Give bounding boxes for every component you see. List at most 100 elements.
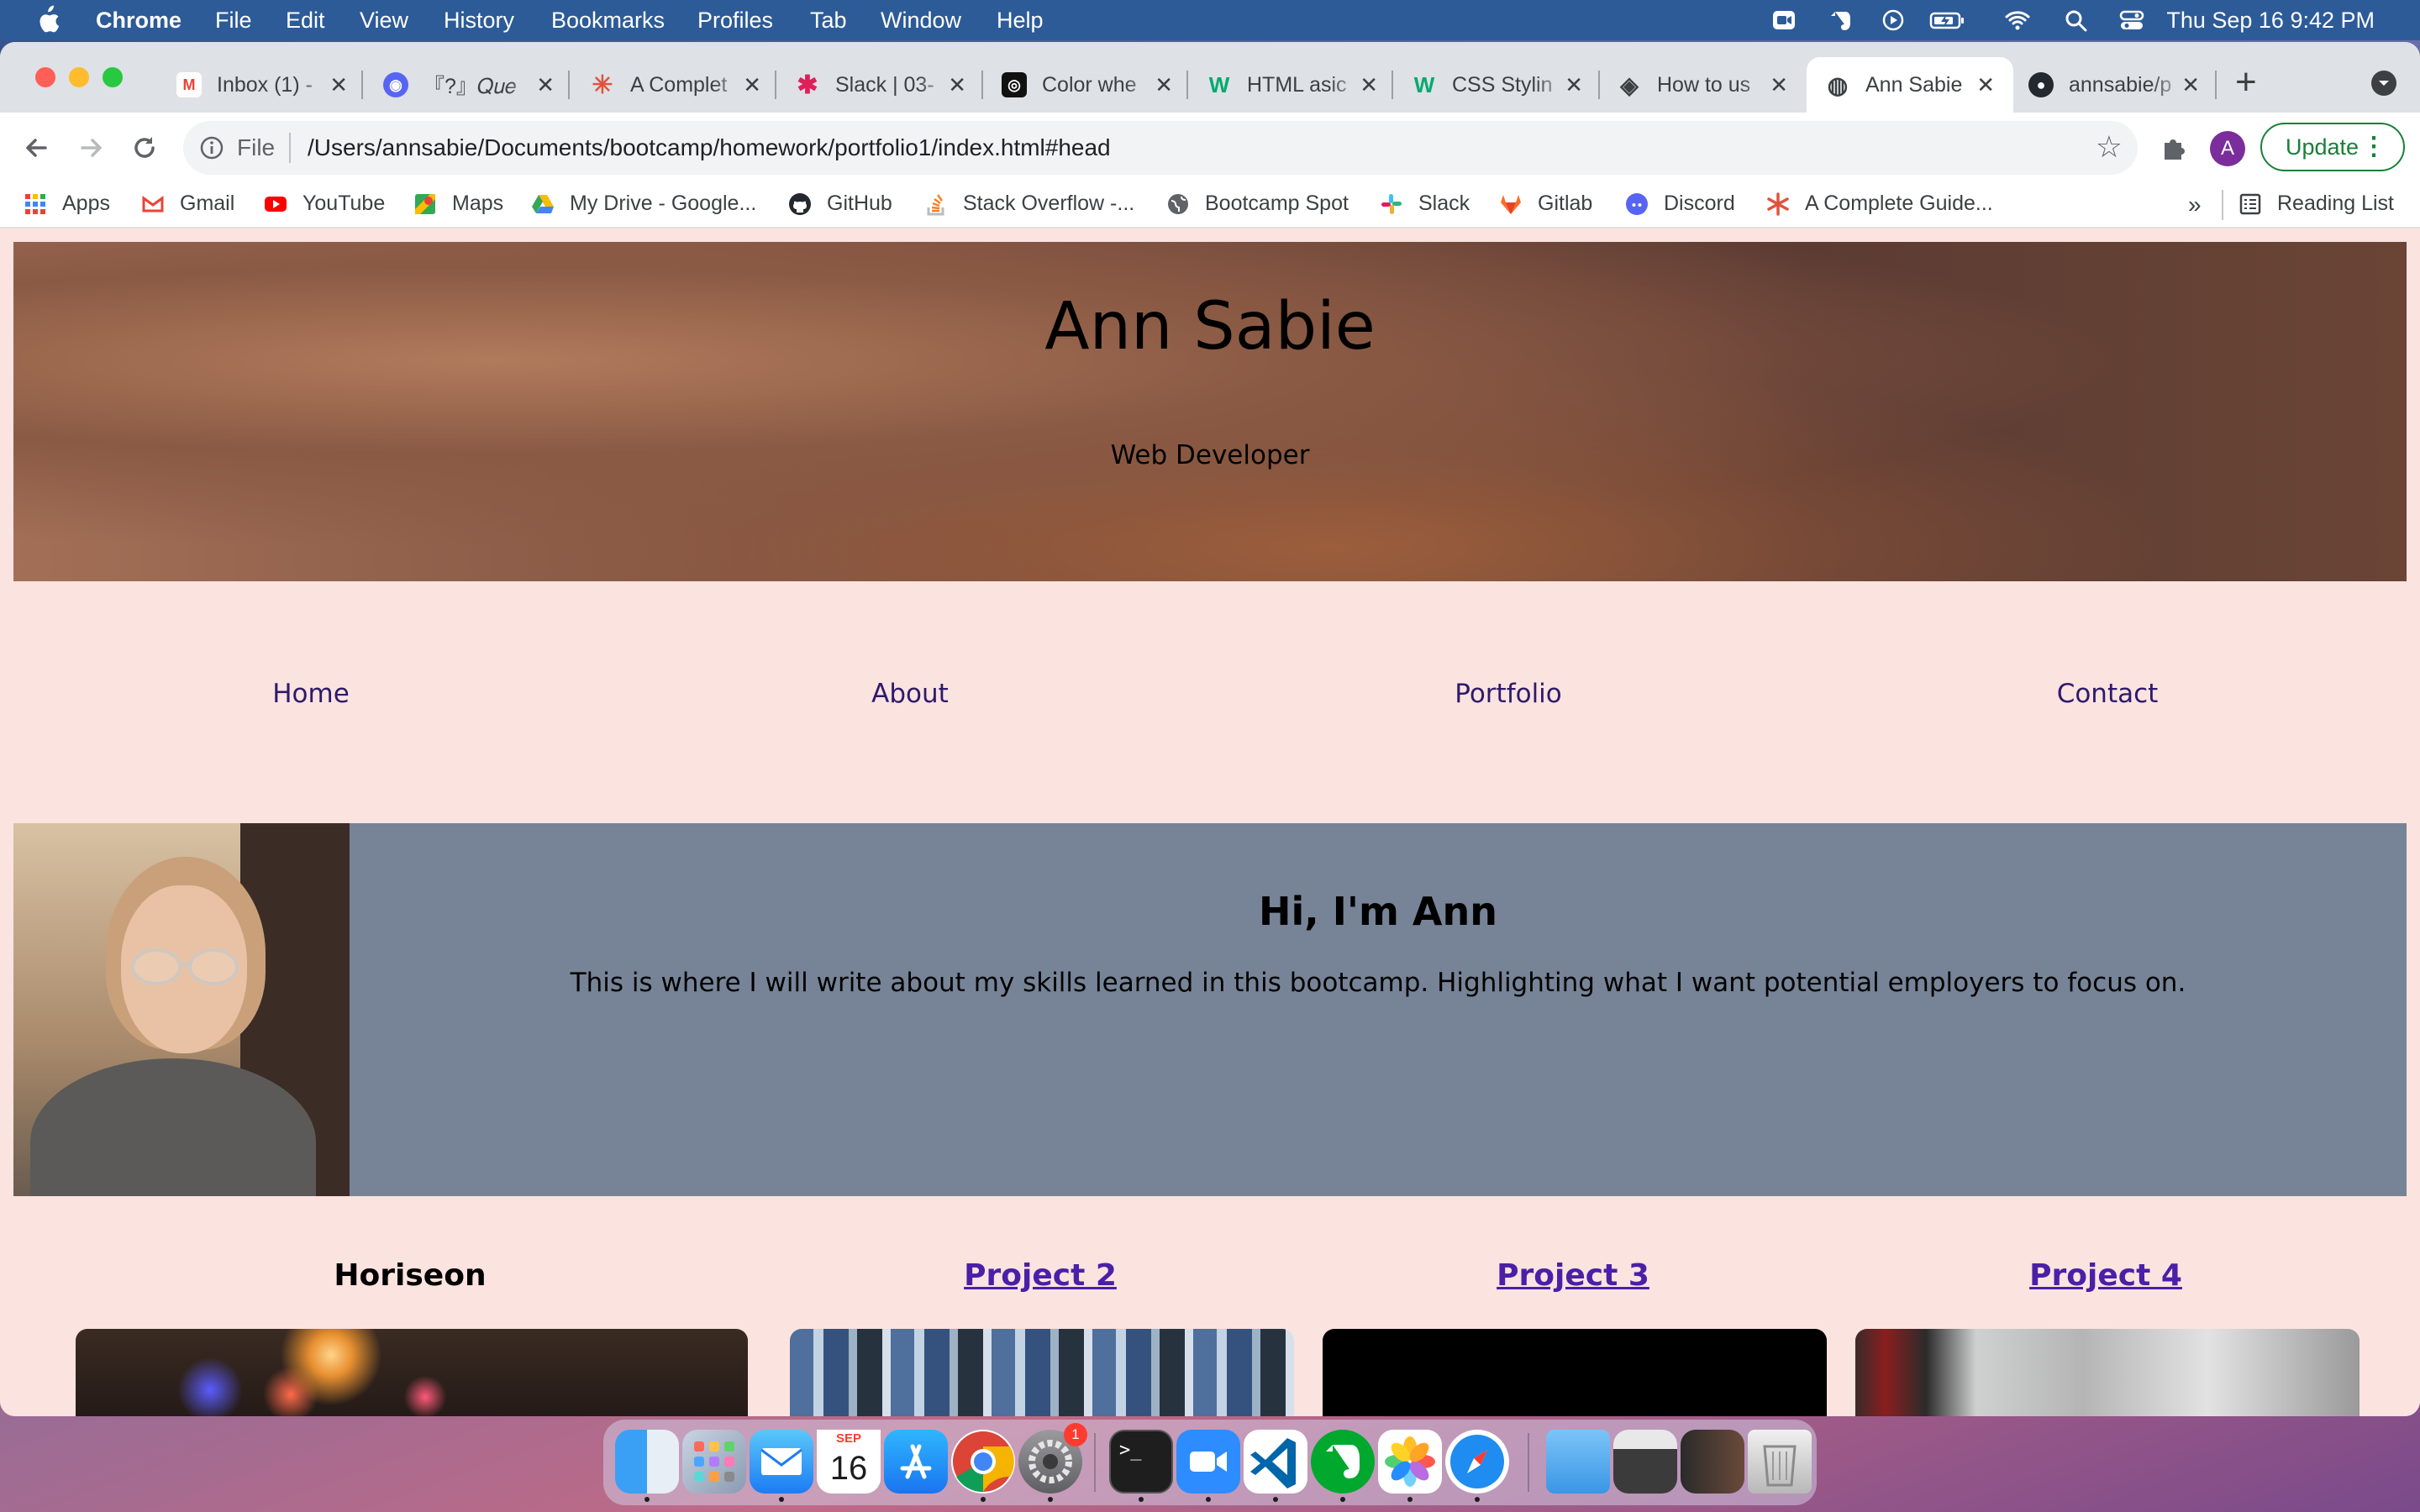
- nav-about-link[interactable]: About: [784, 679, 1036, 709]
- new-tab-button[interactable]: +: [2235, 64, 2257, 101]
- tab-css-styling[interactable]: W CSS Stylin ✕: [1412, 57, 1583, 113]
- bookmark-youtube[interactable]: YouTube: [264, 192, 385, 216]
- profile-avatar[interactable]: A: [2210, 131, 2245, 166]
- menu-view[interactable]: View: [360, 8, 408, 34]
- address-bar[interactable]: File /Users/annsabie/Documents/bootcamp/…: [183, 121, 2138, 175]
- menu-tab[interactable]: Tab: [810, 8, 847, 34]
- extensions-puzzle-icon[interactable]: [2158, 131, 2191, 165]
- trash-icon[interactable]: [1748, 1430, 1812, 1494]
- folder-icon[interactable]: [1546, 1430, 1610, 1494]
- control-center-icon[interactable]: [2119, 8, 2144, 32]
- forward-button[interactable]: [72, 129, 109, 166]
- apple-icon[interactable]: [34, 5, 60, 35]
- tab-discord[interactable]: ◉ 『?』𝑄𝑢𝑒 ✕: [383, 57, 555, 113]
- bookmark-apps[interactable]: Apps: [24, 192, 110, 216]
- menu-app-name[interactable]: Chrome: [96, 8, 182, 34]
- close-tab-icon[interactable]: ✕: [1770, 72, 1788, 98]
- close-tab-icon[interactable]: ✕: [2181, 72, 2200, 98]
- battery-icon[interactable]: [1929, 8, 1965, 32]
- zoom-status-icon[interactable]: [1771, 8, 1797, 32]
- back-button[interactable]: [18, 129, 55, 166]
- chrome-icon[interactable]: [951, 1430, 1015, 1494]
- mail-icon[interactable]: [750, 1430, 813, 1494]
- tab-color-wheel[interactable]: ◎ Color whe ✕: [1002, 57, 1173, 113]
- menu-bookmarks[interactable]: Bookmarks: [551, 8, 665, 34]
- bookmark-discord[interactable]: Discord: [1625, 192, 1735, 216]
- close-tab-icon[interactable]: ✕: [536, 72, 555, 98]
- safari-icon[interactable]: [1445, 1430, 1509, 1494]
- spotlight-search-icon[interactable]: [2064, 8, 2089, 32]
- tab-ann-sabie[interactable]: ◍ Ann Sabie ✕: [1807, 57, 2013, 113]
- project-3-link[interactable]: Project 3: [1321, 1258, 1825, 1293]
- zoom-icon[interactable]: [1176, 1430, 1240, 1494]
- bookmark-maps[interactable]: Maps: [413, 192, 503, 216]
- screenshot-thumbnail-icon[interactable]: [1613, 1430, 1677, 1494]
- tab-gmail[interactable]: M Inbox (1) - ✕: [176, 57, 348, 113]
- play-status-icon[interactable]: [1881, 8, 1906, 32]
- bookmark-slack[interactable]: Slack: [1380, 192, 1470, 216]
- window-thumbnail-icon[interactable]: [1681, 1430, 1744, 1494]
- menu-edit[interactable]: Edit: [286, 8, 325, 34]
- photos-icon[interactable]: [1378, 1430, 1442, 1494]
- close-window-button[interactable]: [35, 67, 55, 87]
- slack-icon: ✱: [797, 71, 818, 99]
- close-tab-icon[interactable]: ✕: [1565, 72, 1583, 98]
- bookmark-star-icon[interactable]: ☆: [2096, 129, 2123, 165]
- launchpad-icon[interactable]: [682, 1430, 746, 1494]
- minimize-window-button[interactable]: [69, 67, 89, 87]
- reading-list-button[interactable]: Reading List: [2238, 192, 2394, 216]
- calendar-icon[interactable]: SEP 16: [817, 1430, 881, 1494]
- bookmark-drive[interactable]: My Drive - Google...: [531, 192, 756, 216]
- menu-profiles[interactable]: Profiles: [697, 8, 773, 34]
- project-image-4[interactable]: [1855, 1329, 2360, 1416]
- terminal-icon[interactable]: >_: [1109, 1430, 1173, 1494]
- bookmark-bootcamp-spot[interactable]: Bootcamp Spot: [1166, 192, 1349, 216]
- tab-search-button[interactable]: [2371, 71, 2396, 96]
- project-4-link[interactable]: Project 4: [1854, 1258, 2358, 1293]
- close-tab-icon[interactable]: ✕: [1360, 72, 1378, 98]
- bookmark-gmail[interactable]: Gmail: [141, 192, 234, 216]
- tab-slack[interactable]: ✱ Slack | 03- ✕: [795, 57, 966, 113]
- bookmark-stackoverflow[interactable]: Stack Overflow -...: [924, 192, 1134, 216]
- wifi-icon[interactable]: [2005, 8, 2030, 32]
- zoom-window-button[interactable]: [103, 67, 123, 87]
- project-image-2[interactable]: [790, 1329, 1294, 1416]
- menu-file[interactable]: File: [215, 8, 252, 34]
- bookmark-complete-guide[interactable]: A Complete Guide...: [1766, 192, 1993, 216]
- app-store-icon[interactable]: [884, 1430, 948, 1494]
- close-tab-icon[interactable]: ✕: [1976, 72, 1995, 98]
- project-image-3[interactable]: [1323, 1329, 1827, 1416]
- evernote-status-icon[interactable]: [1828, 8, 1854, 32]
- menu-window[interactable]: Window: [881, 8, 961, 34]
- menu-history[interactable]: History: [444, 8, 514, 34]
- menu-help[interactable]: Help: [997, 8, 1044, 34]
- nav-contact-link[interactable]: Contact: [1981, 679, 2233, 709]
- discord-icon: [1626, 192, 1648, 215]
- more-menu-icon[interactable]: ⋮: [2361, 124, 2386, 170]
- finder-icon[interactable]: [615, 1430, 679, 1494]
- bookmark-github[interactable]: GitHub: [788, 192, 892, 216]
- url-text[interactable]: /Users/annsabie/Documents/bootcamp/homew…: [308, 134, 1111, 161]
- evernote-icon[interactable]: [1311, 1430, 1375, 1494]
- close-tab-icon[interactable]: ✕: [948, 72, 966, 98]
- close-tab-icon[interactable]: ✕: [743, 72, 761, 98]
- project-image-horiseon[interactable]: [76, 1329, 748, 1416]
- project-2-link[interactable]: Project 2: [788, 1258, 1292, 1293]
- bookmark-gitlab[interactable]: Gitlab: [1499, 192, 1592, 216]
- close-tab-icon[interactable]: ✕: [1155, 72, 1173, 98]
- tab-github-repo[interactable]: ● annsabie/p ✕: [2028, 57, 2200, 113]
- tab-how-to-use[interactable]: ◈ How to us ✕: [1617, 57, 1788, 113]
- close-tab-icon[interactable]: ✕: [329, 72, 348, 98]
- reload-button[interactable]: [126, 129, 163, 166]
- info-icon[interactable]: [198, 134, 225, 161]
- bookmarks-overflow-chevron-icon[interactable]: »: [2188, 192, 2202, 218]
- dock-separator: [1528, 1433, 1529, 1492]
- system-preferences-icon[interactable]: 1: [1018, 1423, 1087, 1494]
- nav-home-link[interactable]: Home: [185, 679, 437, 709]
- update-button[interactable]: Update ⋮: [2260, 123, 2405, 171]
- vscode-icon[interactable]: [1244, 1430, 1307, 1494]
- nav-portfolio-link[interactable]: Portfolio: [1382, 679, 1634, 709]
- menubar-clock[interactable]: Thu Sep 16 9:42 PM: [2166, 8, 2375, 34]
- tab-html-aside[interactable]: W HTML asic ✕: [1207, 57, 1378, 113]
- tab-complete-guide[interactable]: ✳ A Complet ✕: [590, 57, 761, 113]
